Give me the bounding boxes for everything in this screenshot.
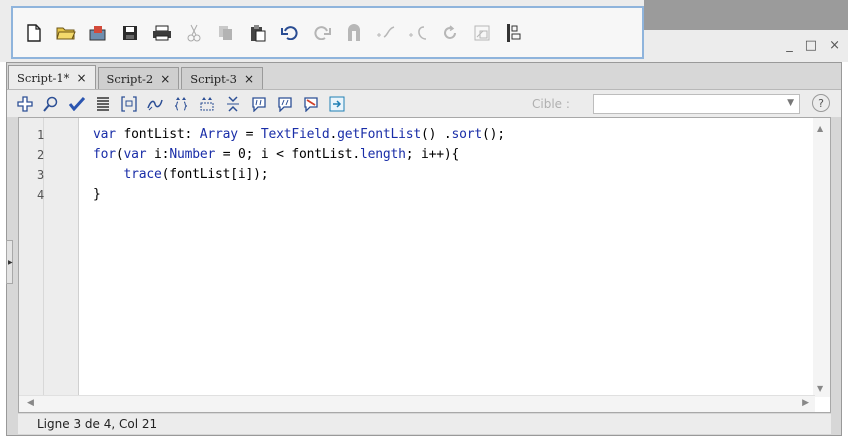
align-icon[interactable] [501, 20, 527, 46]
auto-format-icon[interactable] [93, 94, 113, 114]
paste-icon[interactable] [245, 20, 271, 46]
show-hide-toolbox-icon[interactable] [327, 94, 347, 114]
close-tab-icon[interactable]: × [160, 72, 170, 86]
scroll-right-icon[interactable]: ▶ [802, 398, 809, 408]
actions-panel: Script-1* × Script-2 × Script-3 × Cible … [6, 62, 842, 436]
scroll-left-icon[interactable]: ◀ [27, 398, 34, 408]
print-icon[interactable] [149, 20, 175, 46]
script-tabs: Script-1* × Script-2 × Script-3 × [7, 63, 265, 89]
save-icon[interactable] [117, 20, 143, 46]
code-line[interactable]: } [93, 187, 101, 202]
tab-label: Script-2 [106, 71, 154, 86]
remove-comment-icon[interactable] [301, 94, 321, 114]
rotate-icon[interactable] [437, 20, 463, 46]
scroll-down-icon[interactable]: ▼ [817, 384, 823, 393]
main-toolbar [11, 6, 644, 59]
line-number: 3 [37, 168, 45, 182]
code-line[interactable]: for(var i:Number = 0; i < fontList.lengt… [93, 147, 459, 162]
tab-label: Script-3 [190, 71, 237, 86]
undo-icon[interactable] [277, 20, 303, 46]
maximize-button[interactable]: □ [805, 38, 817, 53]
add-statement-icon[interactable] [15, 94, 35, 114]
code-line[interactable]: var fontList: Array = TextField.getFontL… [93, 127, 505, 142]
code-line[interactable]: trace(fontList[i]); [93, 167, 269, 182]
script-editor[interactable]: 1 2 3 4 var fontList: Array = TextField.… [18, 117, 831, 413]
target-select[interactable]: ▼ [593, 94, 800, 114]
code-hint-icon[interactable] [119, 94, 139, 114]
status-bar: Ligne 3 de 4, Col 21 [18, 414, 831, 434]
window-controls: _ □ × [786, 38, 840, 53]
actions-window: _ □ × Script-1* × Script-2 × Script-3 × … [0, 0, 848, 440]
chevron-down-icon[interactable]: ▼ [787, 98, 794, 108]
tab-script-2[interactable]: Script-2 × [97, 67, 180, 89]
close-button[interactable]: × [829, 38, 840, 53]
tab-script-3[interactable]: Script-3 × [181, 67, 263, 89]
title-bar[interactable]: _ □ × [644, 0, 848, 62]
scale-icon[interactable] [469, 20, 495, 46]
straighten-icon[interactable] [405, 20, 431, 46]
smooth-icon[interactable] [373, 20, 399, 46]
close-tab-icon[interactable]: × [76, 71, 86, 85]
cursor-position: Ligne 3 de 4, Col 21 [37, 417, 158, 431]
tab-script-1[interactable]: Script-1* × [8, 65, 96, 89]
import-icon[interactable] [85, 20, 111, 46]
target-label: Cible : [532, 97, 570, 111]
debug-options-icon[interactable] [145, 94, 165, 114]
tab-label: Script-1* [17, 70, 70, 85]
check-syntax-icon[interactable] [67, 94, 87, 114]
actions-toolbar: Cible : ▼ ? [7, 89, 841, 117]
apply-block-comment-icon[interactable] [249, 94, 269, 114]
line-number: 1 [37, 128, 45, 142]
minimize-button[interactable]: _ [786, 38, 793, 53]
apply-line-comment-icon[interactable] [275, 94, 295, 114]
horizontal-scrollbar[interactable]: ◀ ▶ [19, 395, 815, 412]
vertical-scrollbar[interactable]: ▲ ▼ [813, 118, 830, 397]
close-tab-icon[interactable]: × [244, 72, 254, 86]
new-file-icon[interactable] [21, 20, 47, 46]
expand-arrow-icon: ▶ [8, 259, 13, 266]
collapse-selection-icon[interactable] [197, 94, 217, 114]
collapse-panel-handle[interactable]: ▶ [6, 240, 13, 284]
scroll-up-icon[interactable]: ▲ [817, 124, 823, 133]
cut-icon[interactable] [181, 20, 207, 46]
expand-all-icon[interactable] [223, 94, 243, 114]
line-number: 2 [37, 148, 45, 162]
open-folder-icon[interactable] [53, 20, 79, 46]
line-number: 4 [37, 188, 45, 202]
find-icon[interactable] [41, 94, 61, 114]
collapse-between-braces-icon[interactable] [171, 94, 191, 114]
help-button[interactable]: ? [812, 94, 830, 112]
line-number-gutter: 1 2 3 4 [19, 118, 79, 397]
copy-icon[interactable] [213, 20, 239, 46]
snap-icon[interactable] [341, 20, 367, 46]
redo-icon[interactable] [309, 20, 335, 46]
